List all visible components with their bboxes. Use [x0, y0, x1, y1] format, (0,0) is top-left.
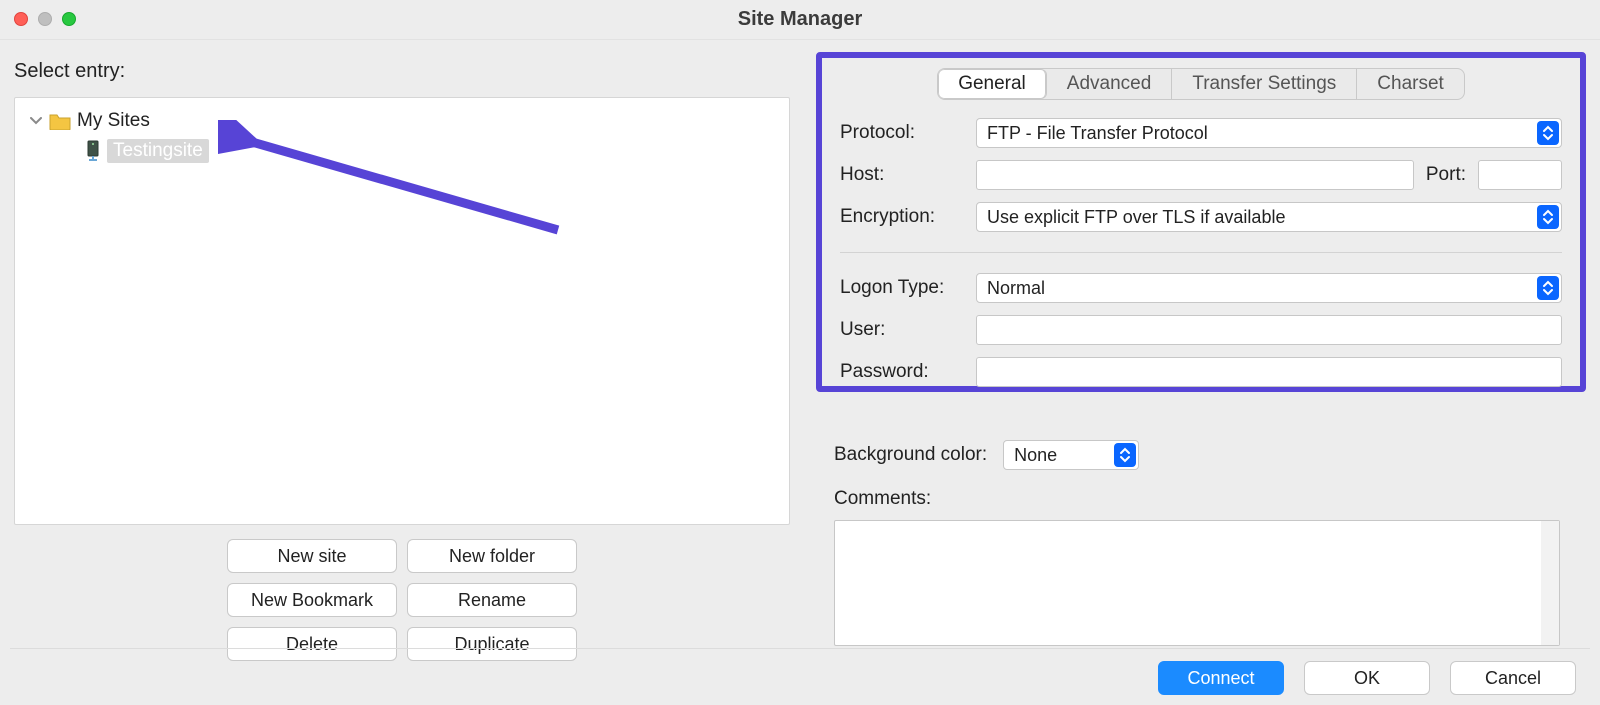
extra-settings: Background color: None Comments:	[834, 440, 1574, 646]
duplicate-button[interactable]: Duplicate	[407, 627, 577, 661]
minimize-window-button[interactable]	[38, 12, 52, 26]
folder-icon	[49, 112, 71, 130]
select-entry-label: Select entry:	[14, 60, 790, 83]
delete-button[interactable]: Delete	[227, 627, 397, 661]
scrollbar[interactable]	[1541, 521, 1559, 645]
background-color-value: None	[1014, 445, 1057, 466]
comments-label: Comments:	[834, 488, 1574, 510]
window-title: Site Manager	[0, 8, 1600, 31]
protocol-select[interactable]: FTP - File Transfer Protocol	[976, 118, 1562, 148]
password-label: Password:	[840, 361, 970, 383]
close-window-button[interactable]	[14, 12, 28, 26]
logon-type-value: Normal	[987, 278, 1045, 299]
site-action-buttons: New site New folder New Bookmark Rename …	[14, 539, 790, 661]
general-form: Protocol: FTP - File Transfer Protocol H…	[840, 118, 1562, 387]
left-pane: Select entry: My Sites	[14, 52, 790, 661]
footer-separator	[10, 648, 1590, 649]
logon-type-label: Logon Type:	[840, 277, 970, 299]
host-label: Host:	[840, 164, 970, 186]
password-input[interactable]	[976, 357, 1562, 387]
zoom-window-button[interactable]	[62, 12, 76, 26]
port-input[interactable]	[1478, 160, 1562, 190]
host-input[interactable]	[976, 160, 1414, 190]
encryption-value: Use explicit FTP over TLS if available	[987, 207, 1285, 228]
logon-type-select[interactable]: Normal	[976, 273, 1562, 303]
background-color-label: Background color:	[834, 444, 987, 466]
encryption-label: Encryption:	[840, 206, 970, 228]
dialog-footer: Connect OK Cancel	[1158, 661, 1576, 695]
user-label: User:	[840, 319, 970, 341]
comments-textarea[interactable]	[834, 520, 1560, 646]
encryption-select[interactable]: Use explicit FTP over TLS if available	[976, 202, 1562, 232]
window-controls	[14, 12, 76, 26]
settings-tabs: General Advanced Transfer Settings Chars…	[830, 68, 1572, 100]
new-folder-button[interactable]: New folder	[407, 539, 577, 573]
port-label: Port:	[1426, 164, 1466, 186]
tab-general[interactable]: General	[938, 69, 1047, 99]
new-bookmark-button[interactable]: New Bookmark	[227, 583, 397, 617]
right-pane: General Advanced Transfer Settings Chars…	[816, 52, 1586, 661]
tab-advanced[interactable]: Advanced	[1047, 69, 1173, 99]
tree-site-row[interactable]: Testingsite	[15, 136, 789, 166]
cancel-button[interactable]: Cancel	[1450, 661, 1576, 695]
updown-icon	[1537, 276, 1559, 300]
rename-button[interactable]: Rename	[407, 583, 577, 617]
connect-button[interactable]: Connect	[1158, 661, 1284, 695]
tree-site-label[interactable]: Testingsite	[107, 139, 209, 163]
updown-icon	[1537, 205, 1559, 229]
updown-icon	[1114, 443, 1136, 467]
background-color-select[interactable]: None	[1003, 440, 1139, 470]
tab-transfer-settings[interactable]: Transfer Settings	[1172, 69, 1357, 99]
protocol-value: FTP - File Transfer Protocol	[987, 123, 1208, 144]
user-input[interactable]	[976, 315, 1562, 345]
tree-root-row[interactable]: My Sites	[15, 106, 789, 136]
tree-root-label: My Sites	[77, 110, 150, 132]
site-tree[interactable]: My Sites Testingsite	[14, 97, 790, 525]
protocol-label: Protocol:	[840, 122, 970, 144]
tab-charset[interactable]: Charset	[1357, 69, 1464, 99]
form-divider	[840, 252, 1562, 253]
ok-button[interactable]: OK	[1304, 661, 1430, 695]
new-site-button[interactable]: New site	[227, 539, 397, 573]
chevron-down-icon[interactable]	[29, 114, 43, 128]
window-titlebar: Site Manager	[0, 0, 1600, 40]
general-settings-highlight-frame: General Advanced Transfer Settings Chars…	[816, 52, 1586, 392]
updown-icon	[1537, 121, 1559, 145]
server-icon	[85, 140, 101, 162]
